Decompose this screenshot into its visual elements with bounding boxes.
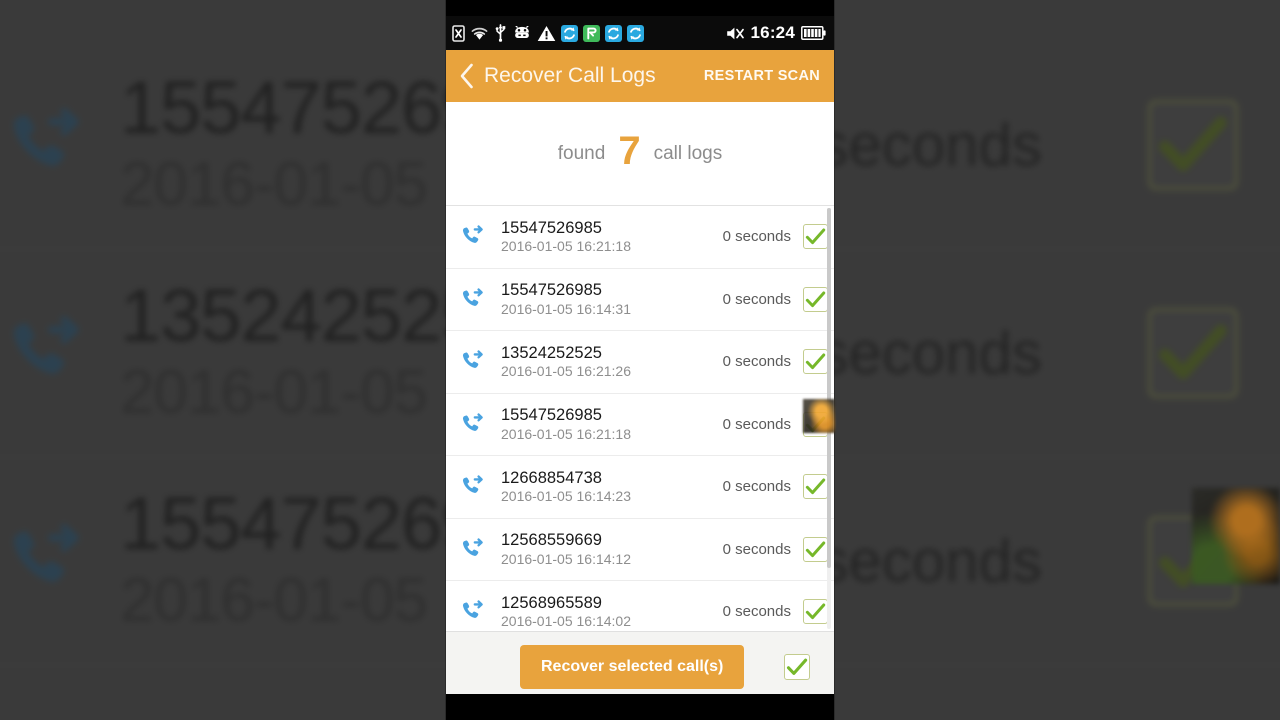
sync-blue-icon	[561, 24, 578, 42]
outgoing-call-icon	[460, 287, 498, 312]
top-bezel	[446, 0, 834, 16]
call-datetime: 2016-01-05 16:14:02	[501, 613, 631, 630]
call-duration: 0 seconds	[722, 603, 791, 621]
table-row[interactable]: 12568559669 2016-01-05 16:14:12 0 second…	[446, 518, 834, 581]
table-row[interactable]: 12668854738 2016-01-05 16:14:23 0 second…	[446, 456, 834, 519]
outgoing-call-icon	[460, 474, 498, 499]
bottom-action-bar: Recover selected call(s)	[446, 631, 834, 702]
select-all-checkbox[interactable]	[784, 654, 810, 680]
found-prefix-label: found	[557, 142, 606, 164]
scrollbar-thumb[interactable]	[827, 208, 831, 568]
android-debug-icon	[512, 26, 532, 40]
page-title: Recover Call Logs	[484, 64, 656, 87]
call-log-list: 15547526985 2016-01-05 16:21:18 0 second…	[446, 206, 834, 631]
call-number: 15547526985	[501, 281, 602, 300]
call-datetime: 2016-01-05 16:21:18	[501, 425, 631, 442]
call-number: 12668854738	[501, 468, 602, 487]
table-row[interactable]: 15547526985 2016-01-05 16:21:18 0 second…	[446, 393, 834, 456]
call-duration: 0 seconds	[722, 353, 791, 371]
call-number: 15547526985	[501, 406, 602, 425]
bottom-bezel	[446, 694, 834, 720]
call-datetime: 2016-01-05 16:21:18	[501, 238, 631, 255]
back-button[interactable]	[456, 61, 478, 91]
usb-icon	[494, 24, 507, 42]
sync-green-icon	[583, 24, 600, 42]
call-log-list-container[interactable]: 15547526985 2016-01-05 16:21:18 0 second…	[446, 206, 834, 631]
sync-blue-icon	[605, 24, 622, 42]
phone-screen: 16:24 Recover Call Logs RESTART SCAN fou…	[446, 0, 834, 720]
mute-icon	[725, 25, 745, 42]
call-duration: 0 seconds	[722, 478, 791, 496]
found-summary: found 7 call logs	[446, 102, 834, 206]
row-checkbox[interactable]	[803, 536, 828, 562]
recover-selected-button[interactable]: Recover selected call(s)	[520, 645, 745, 689]
restart-scan-button[interactable]: RESTART SCAN	[704, 68, 820, 84]
outgoing-call-icon	[460, 349, 498, 374]
row-checkbox[interactable]	[803, 599, 828, 625]
row-checkbox[interactable]	[803, 224, 828, 250]
outgoing-call-icon	[460, 599, 498, 624]
call-datetime: 2016-01-05 16:14:31	[501, 300, 631, 317]
row-checkbox[interactable]	[803, 474, 828, 500]
call-duration: 0 seconds	[722, 290, 791, 308]
warning-icon	[537, 25, 556, 42]
table-row[interactable]: 12568965589 2016-01-05 16:14:02 0 second…	[446, 581, 834, 631]
call-datetime: 2016-01-05 16:14:12	[501, 550, 631, 567]
table-row[interactable]: 13524252525 2016-01-05 16:21:26 0 second…	[446, 331, 834, 394]
status-bar-time: 16:24	[750, 23, 795, 42]
table-row[interactable]: 15547526985 2016-01-05 16:14:31 0 second…	[446, 268, 834, 331]
wifi-icon	[470, 26, 489, 41]
call-duration: 0 seconds	[722, 415, 791, 433]
call-duration: 0 seconds	[722, 540, 791, 558]
outgoing-call-icon	[460, 412, 498, 437]
row-checkbox[interactable]	[803, 286, 828, 312]
outgoing-call-icon	[460, 224, 498, 249]
battery-icon	[801, 26, 826, 40]
call-number: 15547526985	[501, 218, 602, 237]
found-suffix-label: call logs	[653, 142, 723, 164]
call-datetime: 2016-01-05 16:14:23	[501, 488, 631, 505]
call-number: 13524252525	[501, 343, 602, 362]
outgoing-call-icon	[460, 537, 498, 562]
blurred-photo-thumbnail-small	[803, 399, 835, 433]
call-duration: 0 seconds	[722, 228, 791, 246]
call-number: 12568965589	[501, 593, 602, 612]
app-bar: Recover Call Logs RESTART SCAN	[446, 50, 834, 102]
sim-missing-icon	[452, 24, 465, 42]
call-datetime: 2016-01-05 16:21:26	[501, 363, 631, 380]
row-checkbox[interactable]	[803, 349, 828, 375]
call-number: 12568559669	[501, 531, 602, 550]
status-bar: 16:24	[446, 16, 834, 50]
table-row[interactable]: 15547526985 2016-01-05 16:21:18 0 second…	[446, 206, 834, 269]
sync-blue-icon	[627, 24, 644, 42]
blurred-photo-thumbnail	[1192, 488, 1280, 584]
found-count: 7	[618, 128, 641, 173]
